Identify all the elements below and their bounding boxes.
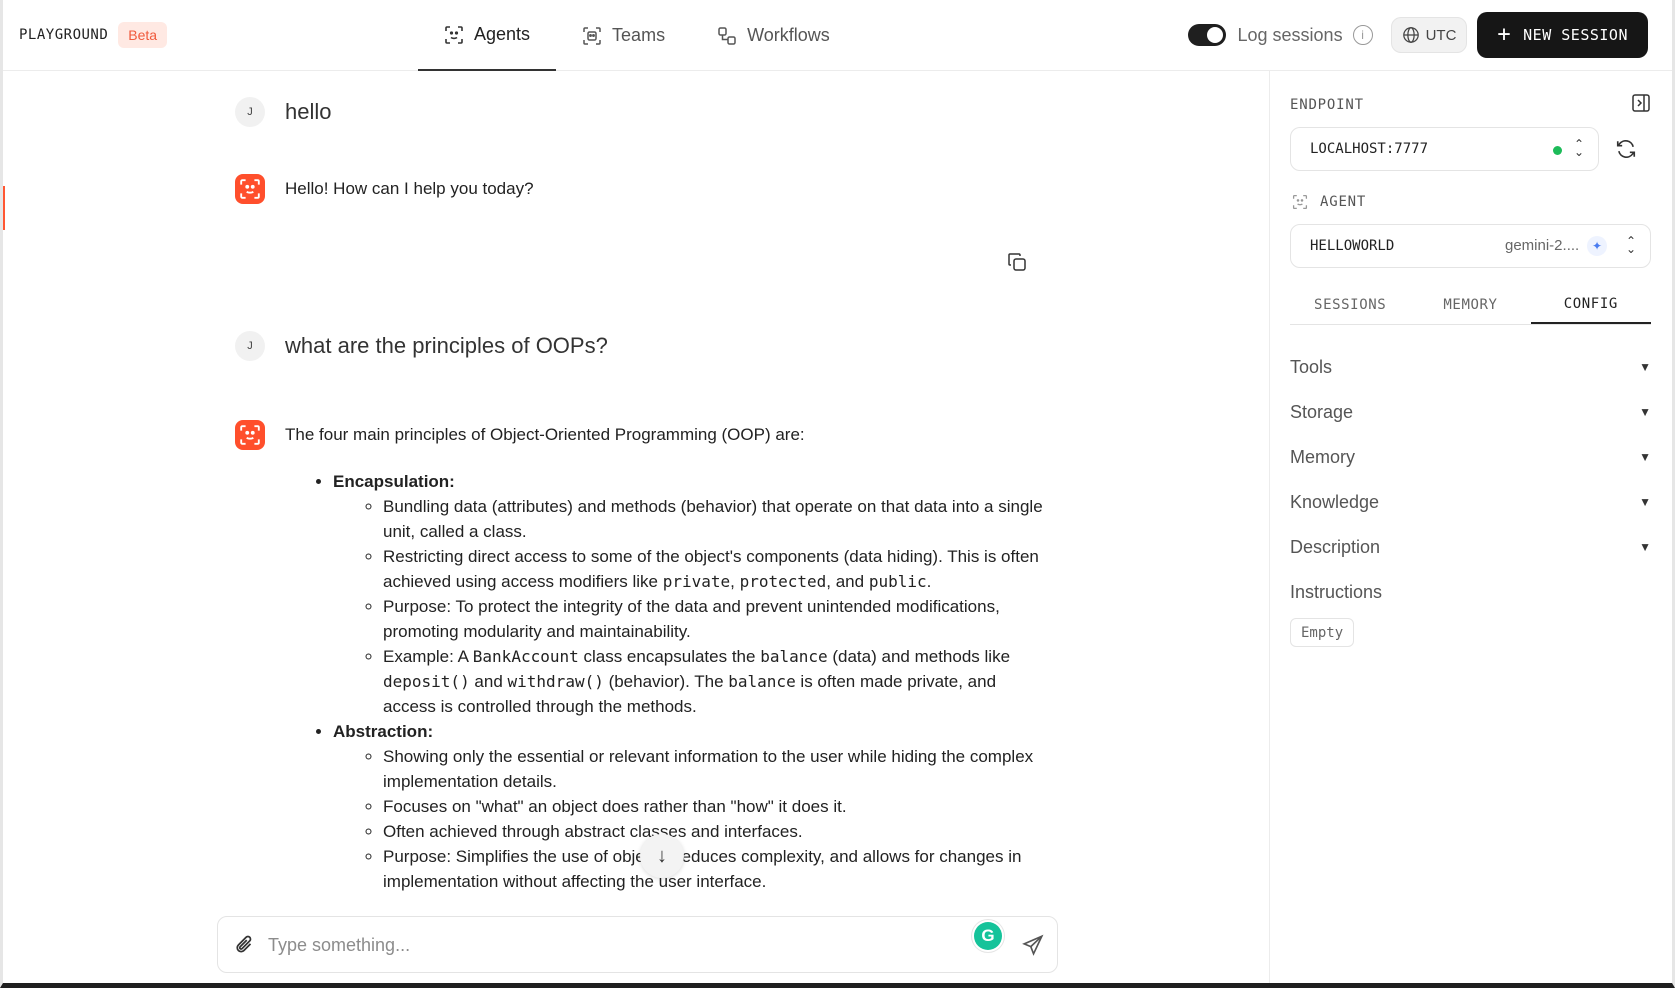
right-panel: ENDPOINT LOCALHOST:7777 ⌃ ⌄ AGENT HELLOWO… xyxy=(1269,71,1672,983)
new-session-label: NEW SESSION xyxy=(1523,26,1628,44)
panel-tabs: SESSIONS MEMORY CONFIG xyxy=(1290,285,1651,325)
collapse-panel-icon[interactable] xyxy=(1631,93,1651,113)
list-item: Example: A BankAccount class encapsulate… xyxy=(383,644,1045,719)
scroll-to-bottom-button[interactable]: ↓ xyxy=(640,834,684,878)
config-knowledge[interactable]: Knowledge ▼ xyxy=(1290,487,1651,517)
info-icon[interactable]: i xyxy=(1352,25,1373,45)
list-item: Encapsulation: Bundling data (attributes… xyxy=(333,469,1045,719)
user-message-text: what are the principles of OOPs? xyxy=(285,333,608,358)
list-item: Purpose: Simplifies the use of objects, … xyxy=(383,844,1045,894)
assistant-message: Hello! How can I help you today? xyxy=(235,174,534,204)
agent-model: gemini-2.... xyxy=(1505,237,1580,254)
list-item: Purpose: To protect the integrity of the… xyxy=(383,594,1045,644)
instructions-value: Empty xyxy=(1290,618,1355,647)
copy-icon[interactable] xyxy=(1007,252,1027,272)
message-input[interactable] xyxy=(268,925,948,965)
caret-down-icon: ▼ xyxy=(1639,360,1651,374)
principles-list: Encapsulation: Bundling data (attributes… xyxy=(333,469,1045,894)
endpoint-value: LOCALHOST:7777 xyxy=(1310,141,1429,157)
agent-selector[interactable]: HELLOWORLD gemini-2.... ✦ ⌃ ⌄ xyxy=(1290,224,1651,268)
user-message: J what are the principles of OOPs? xyxy=(235,329,608,363)
agent-avatar-icon xyxy=(235,174,265,204)
tab-agents[interactable]: Agents xyxy=(418,0,557,71)
top-bar: PLAYGROUND Beta Agents Teams Workflows L… xyxy=(3,0,1672,71)
agent-name: HELLOWORLD xyxy=(1310,238,1395,254)
chevron-updown-icon: ⌃ ⌄ xyxy=(1626,234,1637,256)
config-instructions: Instructions xyxy=(1290,577,1651,607)
timezone-label: UTC xyxy=(1425,26,1457,44)
config-memory[interactable]: Memory ▼ xyxy=(1290,442,1651,472)
arrow-down-icon: ↓ xyxy=(657,844,667,867)
assistant-message-text: Hello! How can I help you today? xyxy=(285,179,534,198)
endpoint-selector[interactable]: LOCALHOST:7777 ⌃ ⌄ xyxy=(1290,127,1599,171)
globe-icon xyxy=(1402,27,1419,43)
brand: PLAYGROUND Beta xyxy=(19,22,168,48)
config-memory-label: Memory xyxy=(1290,446,1356,467)
user-avatar: J xyxy=(235,331,265,361)
send-icon[interactable] xyxy=(1022,934,1044,956)
tab-teams[interactable]: Teams xyxy=(556,0,691,71)
config-tools[interactable]: Tools ▼ xyxy=(1290,352,1651,382)
new-session-button[interactable]: + NEW SESSION xyxy=(1477,12,1648,58)
caret-down-icon: ▼ xyxy=(1639,405,1651,419)
tab-teams-label: Teams xyxy=(612,25,666,45)
gemini-sparkle-icon: ✦ xyxy=(1587,236,1607,256)
tab-memory[interactable]: MEMORY xyxy=(1410,285,1530,324)
list-item: Abstraction: Showing only the essential … xyxy=(333,719,1045,894)
tab-workflows[interactable]: Workflows xyxy=(691,0,856,71)
config-instructions-label: Instructions xyxy=(1290,581,1383,602)
header-controls: Log sessions i UTC + NEW SESSION xyxy=(1187,12,1648,58)
team-icon xyxy=(583,26,601,45)
tab-config[interactable]: CONFIG xyxy=(1530,285,1651,324)
status-dot xyxy=(1553,146,1562,155)
endpoint-label: ENDPOINT xyxy=(1290,97,1364,113)
answer-intro: The four main principles of Object-Orien… xyxy=(285,425,805,444)
message-composer: G xyxy=(217,916,1058,973)
agent-scan-icon xyxy=(445,25,463,44)
list-item: Often achieved through abstract classes … xyxy=(383,819,1045,844)
agent-scan-icon xyxy=(1292,194,1308,210)
caret-down-icon: ▼ xyxy=(1639,495,1651,509)
beta-badge: Beta xyxy=(118,22,168,48)
tab-sessions[interactable]: SESSIONS xyxy=(1290,285,1410,324)
log-sessions-label: Log sessions xyxy=(1237,24,1343,45)
chat-area[interactable]: J hello Hello! How can I help you today?… xyxy=(3,71,1269,911)
workflow-icon xyxy=(718,26,736,45)
config-description-label: Description xyxy=(1290,536,1381,557)
agent-avatar-icon xyxy=(235,420,265,450)
grammarly-icon[interactable]: G xyxy=(974,922,1002,950)
user-avatar: J xyxy=(235,97,265,127)
tab-agents-label: Agents xyxy=(474,24,531,44)
app-title: PLAYGROUND xyxy=(19,27,109,43)
chevron-updown-icon: ⌃ ⌄ xyxy=(1574,137,1585,159)
plus-icon: + xyxy=(1497,22,1512,47)
config-knowledge-label: Knowledge xyxy=(1290,491,1380,512)
tab-workflows-label: Workflows xyxy=(747,25,830,45)
main-tabs: Agents Teams Workflows xyxy=(418,0,856,71)
caret-down-icon: ▼ xyxy=(1639,450,1651,464)
principle-title: Encapsulation: xyxy=(333,472,455,491)
caret-down-icon: ▼ xyxy=(1639,540,1651,554)
assistant-message: The four main principles of Object-Orien… xyxy=(235,420,1045,894)
refresh-icon[interactable] xyxy=(1615,138,1637,160)
list-item: Bundling data (attributes) and methods (… xyxy=(383,494,1045,544)
assistant-answer: The four main principles of Object-Orien… xyxy=(285,420,1045,894)
list-item: Restricting direct access to some of the… xyxy=(383,544,1045,594)
config-storage-label: Storage xyxy=(1290,401,1354,422)
config-description[interactable]: Description ▼ xyxy=(1290,532,1651,562)
user-message-text: hello xyxy=(285,99,332,124)
list-item: Focuses on "what" an object does rather … xyxy=(383,794,1045,819)
config-tools-label: Tools xyxy=(1290,356,1333,377)
user-message: J hello xyxy=(235,95,331,129)
agent-label: AGENT xyxy=(1320,194,1367,210)
timezone-selector[interactable]: UTC xyxy=(1390,17,1468,53)
paperclip-icon[interactable] xyxy=(234,934,256,956)
config-storage[interactable]: Storage ▼ xyxy=(1290,397,1651,427)
log-sessions-toggle[interactable] xyxy=(1187,24,1226,46)
list-item: Showing only the essential or relevant i… xyxy=(383,744,1045,794)
principle-title: Abstraction: xyxy=(333,722,434,741)
